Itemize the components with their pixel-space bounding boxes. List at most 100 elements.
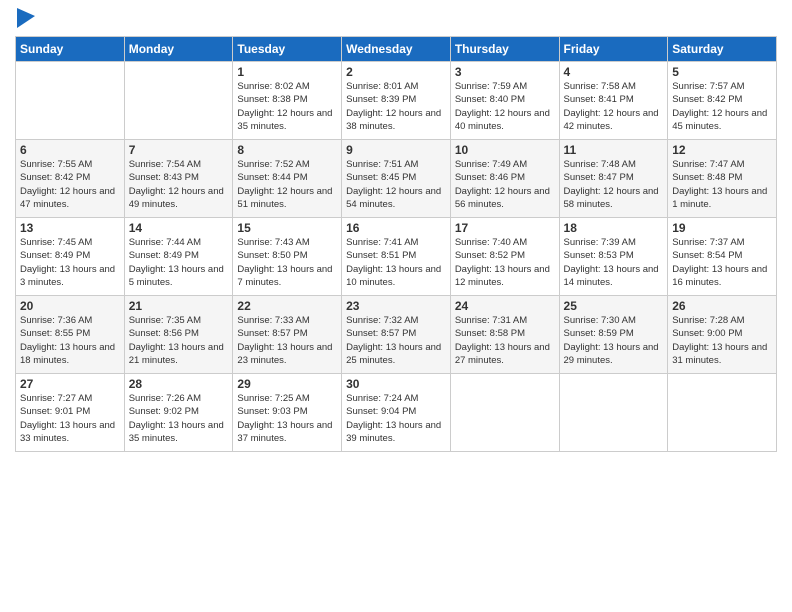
day-info: Sunrise: 7:48 AMSunset: 8:47 PMDaylight:… [564,158,664,211]
day-info: Sunrise: 7:37 AMSunset: 8:54 PMDaylight:… [672,236,772,289]
calendar-cell: 6Sunrise: 7:55 AMSunset: 8:42 PMDaylight… [16,140,125,218]
day-info: Sunrise: 7:24 AMSunset: 9:04 PMDaylight:… [346,392,446,445]
week-row-1: 6Sunrise: 7:55 AMSunset: 8:42 PMDaylight… [16,140,777,218]
calendar-cell: 3Sunrise: 7:59 AMSunset: 8:40 PMDaylight… [450,62,559,140]
day-info: Sunrise: 7:57 AMSunset: 8:42 PMDaylight:… [672,80,772,133]
calendar-cell: 16Sunrise: 7:41 AMSunset: 8:51 PMDayligh… [342,218,451,296]
calendar-cell [668,374,777,452]
day-number: 21 [129,299,229,313]
logo [15,10,35,28]
day-info: Sunrise: 7:26 AMSunset: 9:02 PMDaylight:… [129,392,229,445]
calendar-cell: 25Sunrise: 7:30 AMSunset: 8:59 PMDayligh… [559,296,668,374]
day-info: Sunrise: 7:59 AMSunset: 8:40 PMDaylight:… [455,80,555,133]
day-number: 2 [346,65,446,79]
calendar-cell: 2Sunrise: 8:01 AMSunset: 8:39 PMDaylight… [342,62,451,140]
calendar-cell [559,374,668,452]
header-wednesday: Wednesday [342,37,451,62]
day-info: Sunrise: 8:02 AMSunset: 8:38 PMDaylight:… [237,80,337,133]
day-number: 3 [455,65,555,79]
day-number: 30 [346,377,446,391]
calendar-cell: 24Sunrise: 7:31 AMSunset: 8:58 PMDayligh… [450,296,559,374]
week-row-4: 27Sunrise: 7:27 AMSunset: 9:01 PMDayligh… [16,374,777,452]
day-info: Sunrise: 7:40 AMSunset: 8:52 PMDaylight:… [455,236,555,289]
day-number: 1 [237,65,337,79]
day-number: 4 [564,65,664,79]
day-number: 28 [129,377,229,391]
day-info: Sunrise: 7:41 AMSunset: 8:51 PMDaylight:… [346,236,446,289]
day-number: 12 [672,143,772,157]
calendar-cell: 5Sunrise: 7:57 AMSunset: 8:42 PMDaylight… [668,62,777,140]
day-number: 23 [346,299,446,313]
calendar-cell: 20Sunrise: 7:36 AMSunset: 8:55 PMDayligh… [16,296,125,374]
calendar-cell: 11Sunrise: 7:48 AMSunset: 8:47 PMDayligh… [559,140,668,218]
day-number: 5 [672,65,772,79]
header-thursday: Thursday [450,37,559,62]
calendar-cell [124,62,233,140]
day-number: 15 [237,221,337,235]
calendar-page: SundayMondayTuesdayWednesdayThursdayFrid… [0,0,792,612]
day-info: Sunrise: 7:44 AMSunset: 8:49 PMDaylight:… [129,236,229,289]
calendar-cell: 27Sunrise: 7:27 AMSunset: 9:01 PMDayligh… [16,374,125,452]
calendar-cell: 9Sunrise: 7:51 AMSunset: 8:45 PMDaylight… [342,140,451,218]
day-number: 8 [237,143,337,157]
header-sunday: Sunday [16,37,125,62]
calendar-cell: 1Sunrise: 8:02 AMSunset: 8:38 PMDaylight… [233,62,342,140]
day-info: Sunrise: 7:55 AMSunset: 8:42 PMDaylight:… [20,158,120,211]
day-info: Sunrise: 7:28 AMSunset: 9:00 PMDaylight:… [672,314,772,367]
calendar-cell: 12Sunrise: 7:47 AMSunset: 8:48 PMDayligh… [668,140,777,218]
calendar-cell: 14Sunrise: 7:44 AMSunset: 8:49 PMDayligh… [124,218,233,296]
day-info: Sunrise: 8:01 AMSunset: 8:39 PMDaylight:… [346,80,446,133]
header-monday: Monday [124,37,233,62]
day-number: 11 [564,143,664,157]
calendar-cell: 10Sunrise: 7:49 AMSunset: 8:46 PMDayligh… [450,140,559,218]
week-row-3: 20Sunrise: 7:36 AMSunset: 8:55 PMDayligh… [16,296,777,374]
day-info: Sunrise: 7:54 AMSunset: 8:43 PMDaylight:… [129,158,229,211]
calendar-cell: 8Sunrise: 7:52 AMSunset: 8:44 PMDaylight… [233,140,342,218]
calendar-cell: 28Sunrise: 7:26 AMSunset: 9:02 PMDayligh… [124,374,233,452]
day-number: 25 [564,299,664,313]
day-number: 18 [564,221,664,235]
calendar-cell [16,62,125,140]
header-row: SundayMondayTuesdayWednesdayThursdayFrid… [16,37,777,62]
calendar-cell: 4Sunrise: 7:58 AMSunset: 8:41 PMDaylight… [559,62,668,140]
day-info: Sunrise: 7:35 AMSunset: 8:56 PMDaylight:… [129,314,229,367]
day-info: Sunrise: 7:30 AMSunset: 8:59 PMDaylight:… [564,314,664,367]
day-info: Sunrise: 7:39 AMSunset: 8:53 PMDaylight:… [564,236,664,289]
calendar-cell: 22Sunrise: 7:33 AMSunset: 8:57 PMDayligh… [233,296,342,374]
calendar-cell: 15Sunrise: 7:43 AMSunset: 8:50 PMDayligh… [233,218,342,296]
calendar-cell: 7Sunrise: 7:54 AMSunset: 8:43 PMDaylight… [124,140,233,218]
day-number: 29 [237,377,337,391]
day-info: Sunrise: 7:49 AMSunset: 8:46 PMDaylight:… [455,158,555,211]
day-info: Sunrise: 7:43 AMSunset: 8:50 PMDaylight:… [237,236,337,289]
day-info: Sunrise: 7:45 AMSunset: 8:49 PMDaylight:… [20,236,120,289]
day-number: 9 [346,143,446,157]
calendar-cell: 29Sunrise: 7:25 AMSunset: 9:03 PMDayligh… [233,374,342,452]
day-info: Sunrise: 7:52 AMSunset: 8:44 PMDaylight:… [237,158,337,211]
header-friday: Friday [559,37,668,62]
logo-icon [17,8,35,28]
day-number: 16 [346,221,446,235]
day-info: Sunrise: 7:31 AMSunset: 8:58 PMDaylight:… [455,314,555,367]
day-number: 24 [455,299,555,313]
header-tuesday: Tuesday [233,37,342,62]
day-info: Sunrise: 7:33 AMSunset: 8:57 PMDaylight:… [237,314,337,367]
day-number: 10 [455,143,555,157]
day-info: Sunrise: 7:25 AMSunset: 9:03 PMDaylight:… [237,392,337,445]
day-number: 7 [129,143,229,157]
calendar-cell: 21Sunrise: 7:35 AMSunset: 8:56 PMDayligh… [124,296,233,374]
calendar-cell [450,374,559,452]
calendar-cell: 19Sunrise: 7:37 AMSunset: 8:54 PMDayligh… [668,218,777,296]
calendar-cell: 17Sunrise: 7:40 AMSunset: 8:52 PMDayligh… [450,218,559,296]
day-number: 19 [672,221,772,235]
day-info: Sunrise: 7:27 AMSunset: 9:01 PMDaylight:… [20,392,120,445]
day-number: 17 [455,221,555,235]
day-info: Sunrise: 7:36 AMSunset: 8:55 PMDaylight:… [20,314,120,367]
header-saturday: Saturday [668,37,777,62]
day-info: Sunrise: 7:47 AMSunset: 8:48 PMDaylight:… [672,158,772,211]
day-info: Sunrise: 7:58 AMSunset: 8:41 PMDaylight:… [564,80,664,133]
header [15,10,777,28]
week-row-0: 1Sunrise: 8:02 AMSunset: 8:38 PMDaylight… [16,62,777,140]
week-row-2: 13Sunrise: 7:45 AMSunset: 8:49 PMDayligh… [16,218,777,296]
day-info: Sunrise: 7:32 AMSunset: 8:57 PMDaylight:… [346,314,446,367]
day-number: 26 [672,299,772,313]
